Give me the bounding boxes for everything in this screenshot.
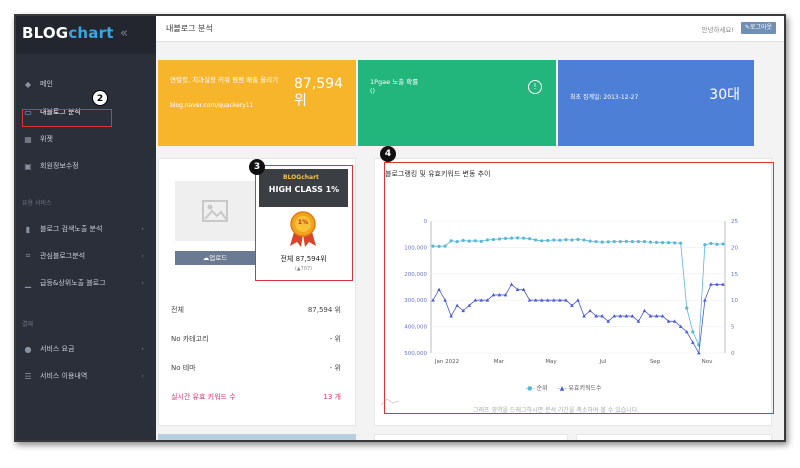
blog-summary-card[interactable]: 연탈킷, 치과실장 키워 펌펌 매출 올리기 blog.naver.com/qu… (158, 60, 356, 146)
rank-change: (▲707) (294, 266, 313, 272)
high-class-badge: BLOGchart HIGH CLASS 1% 1% 전체 87,594위 (▲… (255, 165, 353, 281)
upload-button[interactable]: ☁업로드 (175, 251, 255, 265)
stat-value: - 위 (329, 335, 341, 343)
sidebar-item-label: 급등&상위노출 블로그 (40, 279, 106, 287)
sidebar-item-label: 관심블로그분석 (40, 252, 86, 260)
app-logo[interactable]: BLOGchart (22, 24, 114, 42)
stat-label: No 카테고리 (171, 335, 209, 343)
page-title: 내블로그 분석 (166, 24, 213, 33)
banner-strip (158, 434, 356, 440)
stat-row: No 카테고리 - 위 (171, 334, 341, 346)
sidebar-section-label: 유용 서비스 (22, 200, 52, 207)
sidebar-item-main[interactable]: ◆ 메인 (16, 74, 156, 94)
upload-label: 업로드 (209, 254, 228, 262)
first-count-card: 최초 집계일: 2013-12-27 30대 (558, 60, 754, 146)
blog-rank-unit: 위 (294, 93, 307, 109)
sidebar-item-interest-blog[interactable]: ⌗ 관심블로그분석 › (16, 246, 156, 266)
sidebar-item-label: 위젯 (40, 135, 53, 143)
sidebar-item-search-exposure[interactable]: ▮ 블로그 검색노출 분석 › (16, 219, 156, 239)
stat-row: No 테마 - 위 (171, 363, 341, 375)
topbar: 내블로그 분석 안녕하세요! ✎로그아웃 (156, 16, 784, 42)
blog-rank-number: 87,594 (294, 76, 343, 92)
alert-icon[interactable]: ! (528, 80, 542, 94)
blog-url[interactable]: blog.naver.com/quackery11 (170, 102, 253, 109)
stat-label: 실시간 유효 키워드 수 (171, 393, 236, 401)
widget-icon: ▦ (24, 134, 32, 144)
first-count-date: 최초 집계일: 2013-12-27 (570, 94, 639, 101)
badge-header: BLOGchart HIGH CLASS 1% (259, 169, 348, 207)
medal-text: 1% (297, 219, 309, 226)
logo-accent-text: chart (68, 24, 114, 42)
stat-label: No 테마 (171, 364, 196, 372)
logo-main-text: BLOG (22, 24, 69, 42)
chart-bars-icon: ▮ (25, 224, 31, 234)
list-icon: ☰ (24, 371, 32, 381)
screenshot-frame: BLOGchart « ◆ 메인 ▭ 내블로그 분석 ▦ 위젯 ▣ 회원정보수정… (14, 14, 786, 442)
highlight-box-sidebar (22, 109, 112, 127)
sidebar-item-label: 블로그 검색노출 분석 (40, 225, 103, 233)
bottom-panel (576, 434, 772, 440)
diamond-icon: ◆ (24, 79, 32, 89)
badge-class: HIGH CLASS 1% (268, 185, 340, 194)
main-content: 내블로그 분석 안녕하세요! ✎로그아웃 연탈킷, 치과실장 키워 펌펌 매출 … (156, 16, 784, 440)
sidebar-item-label: 회원정보수정 (40, 162, 79, 170)
profile-panel: ☁업로드 BLOGchart HIGH CLASS 1% 1% 전체 87,59… (158, 158, 356, 426)
sidebar: BLOGchart « ◆ 메인 ▭ 내블로그 분석 ▦ 위젯 ▣ 회원정보수정… (16, 16, 156, 440)
chevron-right-icon: › (141, 252, 144, 260)
callout-3: 3 (249, 159, 265, 175)
stat-value: 87,594 위 (307, 306, 341, 314)
stat-label: 전체 (171, 306, 184, 314)
stat-row: 전체 87,594 위 (171, 305, 341, 317)
blog-rank: 87,594 위 (294, 76, 343, 110)
exposure-probability-card[interactable]: 1Pgae 노출 확률 () ! (358, 60, 556, 146)
chevron-right-icon: › (141, 372, 144, 380)
exposure-value: () (370, 87, 376, 95)
greeting-text: 안녕하세요! (701, 26, 734, 34)
sidebar-item-widget[interactable]: ▦ 위젯 (16, 129, 156, 149)
bottom-panel (374, 434, 568, 440)
sidebar-item-label: 서비스 요금 (40, 345, 75, 353)
callout-4: 4 (380, 146, 396, 162)
age-group: 30대 (709, 87, 740, 103)
stat-row-keywords[interactable]: 실시간 유효 키워드 수 13 개 (171, 392, 341, 404)
highlight-box-chart (384, 162, 774, 414)
logout-button[interactable]: ✎로그아웃 (740, 22, 776, 34)
sidebar-item-profile[interactable]: ▣ 회원정보수정 (16, 156, 156, 176)
id-card-icon: ▣ (24, 161, 32, 171)
blog-title: 연탈킷, 치과실장 키워 펌펌 매출 올리기 (170, 76, 279, 84)
sidebar-item-label: 메인 (40, 80, 53, 88)
bracket-icon: ⌗ (25, 251, 31, 260)
chevron-right-icon: › (141, 279, 144, 287)
sidebar-item-pricing[interactable]: ● 서비스 요금 › (16, 339, 156, 359)
chevron-right-icon: › (141, 225, 144, 233)
callout-2: 2 (92, 90, 108, 106)
collapse-sidebar-icon[interactable]: « (120, 26, 128, 41)
chevron-right-icon: › (141, 345, 144, 353)
bar-chart-icon: ▁ (24, 278, 32, 288)
stat-value: 13 개 (323, 393, 341, 401)
coin-icon: ● (24, 344, 32, 354)
image-placeholder-icon (175, 181, 255, 241)
badge-brand: BLOGchart (283, 174, 319, 181)
sidebar-item-label: 서비스 이용내역 (40, 372, 88, 380)
sidebar-item-trending-blog[interactable]: ▁ 급등&상위노출 블로그 › (16, 273, 156, 293)
stat-value: - 위 (329, 364, 341, 372)
total-rank: 전체 87,594위 (280, 255, 327, 263)
exposure-label: 1Pgae 노출 확률 (370, 78, 419, 86)
medal-icon: 1% (288, 210, 318, 248)
sidebar-section-label: 결제 (22, 321, 34, 328)
sidebar-item-usage-history[interactable]: ☰ 서비스 이용내역 › (16, 366, 156, 386)
